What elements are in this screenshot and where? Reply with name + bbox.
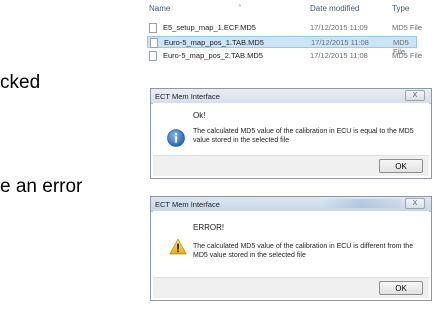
background-text-line-1: cked	[0, 72, 41, 93]
column-header-type[interactable]: Type	[392, 4, 409, 13]
dialog-headline: Ok!	[193, 111, 206, 120]
file-date: 17/12/2015 11:09	[310, 23, 368, 32]
background-text-line-2: e an error	[0, 176, 83, 197]
dialog-title: ECT Mem Interface	[155, 200, 220, 209]
dialog-headline: ERROR!	[193, 223, 225, 232]
file-icon	[150, 38, 158, 48]
file-row[interactable]: Euro-5_map_pos_2.TAB.MD5 17/12/2015 11:0…	[143, 50, 433, 62]
dialog-titlebar[interactable]: ECT Mem Interface X	[151, 89, 431, 104]
column-header-date[interactable]: Date modified	[310, 4, 359, 13]
file-type: MD5 File	[392, 23, 423, 32]
close-button[interactable]: X	[405, 90, 425, 101]
column-header-name[interactable]: Name	[149, 4, 170, 13]
file-row-selected[interactable]: Euro-5_map_pos_1.TAB.MD5 17/12/2015 11:0…	[147, 36, 417, 56]
ok-button[interactable]: OK	[379, 159, 423, 173]
file-icon	[149, 23, 157, 33]
sort-indicator-icon: ˄	[238, 4, 242, 10]
dialog-body: Ok! The calculated MD5 value of the cali…	[153, 103, 429, 156]
dialog-footer: OK	[153, 277, 429, 298]
dialog-message: The calculated MD5 value of the calibrat…	[193, 128, 414, 144]
close-button[interactable]: X	[405, 198, 425, 209]
titlebar-glare	[321, 199, 401, 208]
ok-button[interactable]: OK	[379, 281, 423, 295]
dialog-titlebar[interactable]: ECT Mem Interface X	[151, 197, 431, 212]
info-icon	[167, 129, 185, 147]
dialog-footer: OK	[153, 155, 429, 176]
file-name: E5_setup_map_1.ECF.MD5	[163, 23, 256, 32]
dialog-body: ERROR! The calculated MD5 value of the c…	[153, 211, 429, 278]
dialog-title: ECT Mem Interface	[155, 92, 220, 101]
warning-icon	[169, 238, 187, 255]
file-name: Euro-5_map_pos_2.TAB.MD5	[163, 51, 263, 60]
file-icon	[149, 51, 157, 61]
file-name: Euro-5_map_pos_1.TAB.MD5	[164, 38, 264, 47]
file-type: MD5 File	[392, 51, 423, 60]
dialog-message: The calculated MD5 value of the calibrat…	[193, 243, 414, 259]
column-header-row: ˄ Name Date modified Type	[143, 0, 433, 16]
md5-error-dialog: ECT Mem Interface X ERROR! The calculate…	[150, 196, 432, 301]
file-date: 17/12/2015 11:08	[310, 51, 368, 60]
close-icon: X	[412, 92, 418, 99]
md5-ok-dialog: ECT Mem Interface X Ok! The calculated M…	[150, 88, 432, 179]
close-icon: X	[412, 200, 418, 207]
file-row[interactable]: E5_setup_map_1.ECF.MD5 17/12/2015 11:09 …	[143, 22, 433, 34]
file-explorer-list: ˄ Name Date modified Type E5_setup_map_1…	[143, 0, 433, 86]
file-date: 17/12/2015 11:08	[311, 38, 369, 47]
